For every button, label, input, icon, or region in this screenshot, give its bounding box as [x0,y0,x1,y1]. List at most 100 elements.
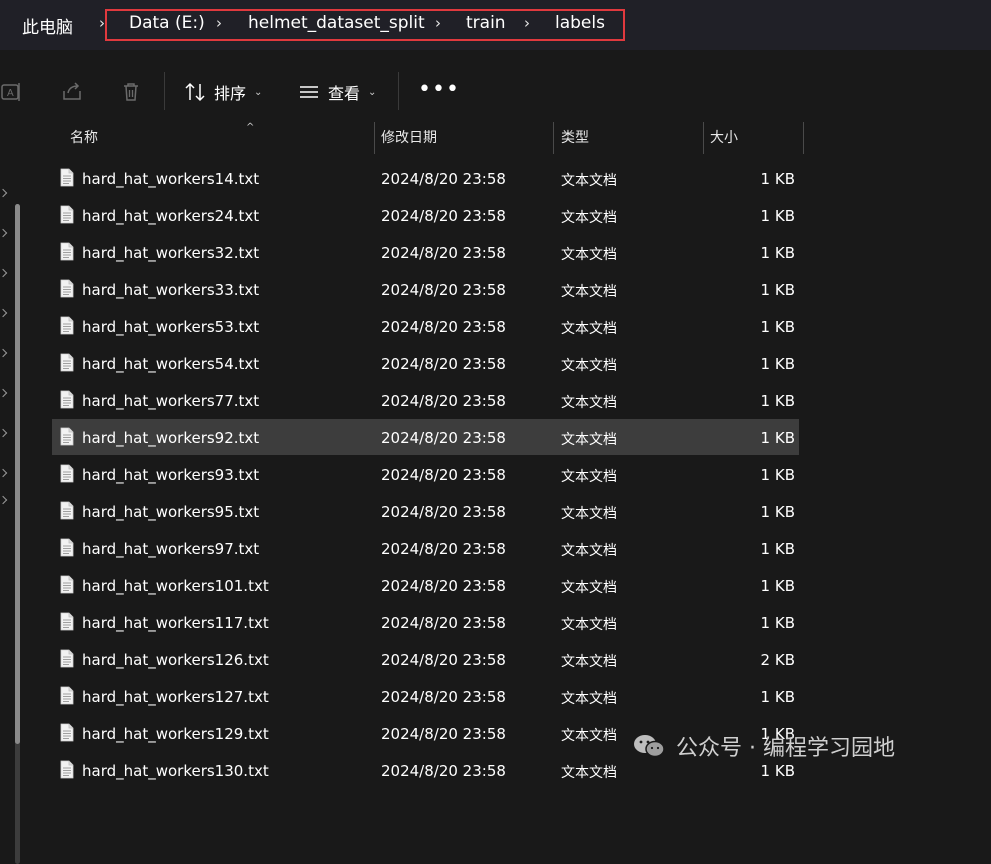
file-type: 文本文档 [561,765,617,781]
file-name: hard_hat_workers24.txt [82,207,260,225]
chevron-right-icon[interactable]: › [524,14,530,32]
text-file-icon [60,279,74,298]
scrollbar-thumb[interactable] [15,204,20,744]
breadcrumb-drive[interactable]: Data (E:) [129,13,205,33]
column-divider[interactable] [803,122,804,154]
rename-icon[interactable]: A [0,80,24,104]
file-type: 文本文档 [561,358,617,374]
file-name: hard_hat_workers54.txt [82,355,260,373]
file-name: hard_hat_workers97.txt [82,540,260,558]
text-file-icon [60,575,74,594]
file-size: 1 KB [760,503,795,521]
file-type: 文本文档 [561,617,617,633]
file-row[interactable]: hard_hat_workers32.txt 2024/8/20 23:58 文本文… [52,234,799,270]
chevron-down-icon: ⌄ [254,86,263,98]
file-name: hard_hat_workers95.txt [82,503,260,521]
file-type: 文本文档 [561,247,617,263]
sort-button[interactable]: 排序 ⌄ [184,78,262,106]
breadcrumb-labels[interactable]: labels [555,13,605,33]
view-button[interactable]: 查看 ⌄ [298,78,376,106]
file-row[interactable]: hard_hat_workers95.txt 2024/8/20 23:58 文本文… [52,493,799,529]
text-file-icon [60,649,74,668]
expand-arrow-icon[interactable] [0,468,8,478]
file-type: 文本文档 [561,284,617,300]
text-file-icon [60,168,74,187]
file-size: 1 KB [760,614,795,632]
file-date: 2024/8/20 23:58 [381,651,506,669]
file-size: 1 KB [760,207,795,225]
toolbar-divider [164,72,165,110]
file-row[interactable]: hard_hat_workers97.txt 2024/8/20 23:58 文本文… [52,530,799,566]
delete-icon[interactable] [119,80,143,104]
text-file-icon [60,353,74,372]
file-row[interactable]: hard_hat_workers127.txt 2024/8/20 23:58 文本… [52,678,799,714]
expand-arrow-icon[interactable] [0,268,8,278]
file-row[interactable]: hard_hat_workers24.txt 2024/8/20 23:58 文本文… [52,197,799,233]
share-icon[interactable] [60,80,84,104]
address-bar[interactable]: 此电脑 › Data (E:) › helmet_dataset_split ›… [0,0,991,50]
watermark: 公众号 · 编程学习园地 [632,728,895,764]
file-name: hard_hat_workers33.txt [82,281,260,299]
file-date: 2024/8/20 23:58 [381,577,506,595]
file-row[interactable]: hard_hat_workers77.txt 2024/8/20 23:58 文本文… [52,382,799,418]
text-file-icon [60,760,74,779]
file-date: 2024/8/20 23:58 [381,614,506,632]
file-name: hard_hat_workers129.txt [82,725,269,743]
expand-arrow-icon[interactable] [0,388,8,398]
more-icon[interactable]: ••• [418,77,460,102]
file-type: 文本文档 [561,691,617,707]
file-type: 文本文档 [561,580,617,596]
chevron-right-icon[interactable]: › [216,14,222,32]
file-date: 2024/8/20 23:58 [381,503,506,521]
watermark-text: 公众号 · 编程学习园地 [676,736,895,761]
column-divider[interactable] [703,122,704,154]
text-file-icon [60,316,74,335]
file-row[interactable]: hard_hat_workers117.txt 2024/8/20 23:58 文本… [52,604,799,640]
file-name: hard_hat_workers117.txt [82,614,269,632]
column-divider[interactable] [374,122,375,154]
expand-arrow-icon[interactable] [0,495,8,505]
file-date: 2024/8/20 23:58 [381,318,506,336]
text-file-icon [60,501,74,520]
file-row[interactable]: hard_hat_workers33.txt 2024/8/20 23:58 文本文… [52,271,799,307]
expand-arrow-icon[interactable] [0,308,8,318]
file-row[interactable]: hard_hat_workers14.txt 2024/8/20 23:58 文本文… [52,160,799,196]
expand-arrow-icon[interactable] [0,428,8,438]
expand-arrow-icon[interactable] [0,188,8,198]
breadcrumb-root[interactable]: 此电脑 [22,13,73,38]
chevron-right-icon[interactable]: › [435,14,441,32]
file-row[interactable]: hard_hat_workers53.txt 2024/8/20 23:58 文本文… [52,308,799,344]
file-row[interactable]: hard_hat_workers93.txt 2024/8/20 23:58 文本文… [52,456,799,492]
expand-arrow-icon[interactable] [0,228,8,238]
file-size: 1 KB [760,540,795,558]
file-name: hard_hat_workers130.txt [82,762,269,780]
file-name: hard_hat_workers93.txt [82,466,260,484]
file-size: 1 KB [760,281,795,299]
breadcrumb-dataset[interactable]: helmet_dataset_split [248,13,425,33]
file-type: 文本文档 [561,432,617,448]
file-row[interactable]: hard_hat_workers54.txt 2024/8/20 23:58 文本文… [52,345,799,381]
file-size: 1 KB [760,392,795,410]
file-date: 2024/8/20 23:58 [381,688,506,706]
column-header-type[interactable]: 类型 [561,122,589,154]
file-date: 2024/8/20 23:58 [381,355,506,373]
file-name: hard_hat_workers101.txt [82,577,269,595]
text-file-icon [60,723,74,742]
file-type: 文本文档 [561,173,617,189]
file-date: 2024/8/20 23:58 [381,170,506,188]
file-row[interactable]: hard_hat_workers92.txt 2024/8/20 23:58 文本文… [52,419,799,455]
column-header-date[interactable]: 修改日期 [381,122,437,154]
text-file-icon [60,427,74,446]
column-header-size[interactable]: 大小 [710,122,738,154]
column-divider[interactable] [553,122,554,154]
file-row[interactable]: hard_hat_workers126.txt 2024/8/20 23:58 文本… [52,641,799,677]
file-row[interactable]: hard_hat_workers101.txt 2024/8/20 23:58 文本… [52,567,799,603]
file-size: 1 KB [760,244,795,262]
file-type: 文本文档 [561,469,617,485]
file-name: hard_hat_workers53.txt [82,318,260,336]
file-name: hard_hat_workers126.txt [82,651,269,669]
file-date: 2024/8/20 23:58 [381,244,506,262]
column-header-name[interactable]: 名称 [70,122,98,154]
expand-arrow-icon[interactable] [0,348,8,358]
breadcrumb-train[interactable]: train [466,13,506,33]
